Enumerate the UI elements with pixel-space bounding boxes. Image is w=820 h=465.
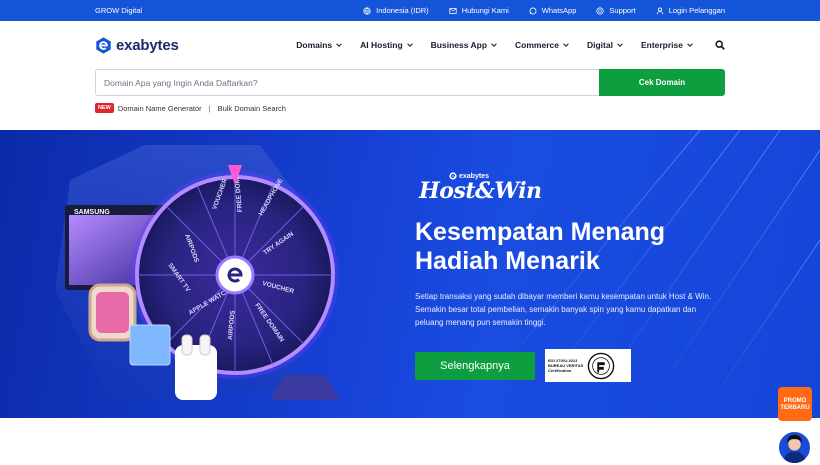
top-bar-links: Indonesia (IDR) Hubungi Kami WhatsApp Su… (363, 6, 725, 15)
chevron-down-icon (687, 43, 693, 47)
bureau-veritas-certificate: ISO 27001:2013 BUREAU VERITAS Certificat… (545, 349, 631, 382)
grow-digital-link[interactable]: GROW Digital (95, 6, 142, 15)
chevron-down-icon (563, 43, 569, 47)
globe-icon (363, 6, 371, 15)
top-bar: GROW Digital Indonesia (IDR) Hubungi Kam… (0, 0, 820, 21)
menu-ai-hosting[interactable]: AI Hosting (360, 40, 413, 50)
hero-actions: Selengkapnya ISO 27001:2013 BUREAU VERIT… (415, 349, 735, 382)
chevron-down-icon (617, 43, 623, 47)
host-and-win-logo: exabytes Host&Win (419, 172, 735, 204)
gift-box-icon (129, 324, 171, 366)
login-link[interactable]: Login Pelanggan (656, 6, 725, 15)
bulk-domain-search-link[interactable]: Bulk Domain Search (218, 104, 286, 113)
chevron-down-icon (491, 43, 497, 47)
hero-content: exabytes Host&Win Kesempatan Menang Hadi… (415, 172, 735, 382)
menu-commerce[interactable]: Commerce (515, 40, 569, 50)
whatsapp-link[interactable]: WhatsApp (529, 6, 576, 15)
user-icon (656, 7, 663, 14)
mail-icon (449, 7, 457, 14)
menu-digital[interactable]: Digital (587, 40, 623, 50)
divider: | (208, 103, 211, 113)
logo-text: exabytes (116, 36, 179, 54)
prize-wheel-illustration: SAMSUNG VOUCHER FREE DOMAIN HEADPHONE TR… (55, 145, 340, 400)
support-link[interactable]: Support (596, 6, 636, 15)
search-icon[interactable] (715, 40, 725, 50)
hero-banner: SAMSUNG VOUCHER FREE DOMAIN HEADPHONE TR… (0, 130, 820, 418)
airpods-icon (175, 345, 217, 400)
menu-domains[interactable]: Domains (296, 40, 342, 50)
learn-more-button[interactable]: Selengkapnya (415, 351, 535, 380)
exabytes-logo-icon (96, 36, 111, 54)
menu-business-app[interactable]: Business App (431, 40, 497, 50)
tv-brand: SAMSUNG (74, 209, 110, 216)
hero-description: Setiap transaksi yang sudah dibayar memb… (415, 292, 712, 327)
avatar (783, 434, 806, 463)
domain-search-input[interactable] (95, 69, 599, 96)
promo-terbaru-button[interactable]: PROMO TERBARU (778, 387, 812, 421)
hero-headline: Kesempatan Menang Hadiah Menarik (415, 218, 666, 275)
check-domain-button[interactable]: Cek Domain (599, 69, 725, 96)
main-nav: exabytes Domains AI Hosting Business App… (0, 21, 820, 69)
exabytes-logo[interactable]: exabytes (95, 37, 179, 54)
whatsapp-icon (529, 7, 537, 14)
nav-menu: Domains AI Hosting Business App Commerce… (296, 40, 725, 50)
help-icon (596, 6, 605, 15)
bureau-veritas-seal-icon (587, 352, 615, 379)
domain-sublinks: NEW Domain Name Generator | Bulk Domain … (0, 103, 820, 113)
chevron-down-icon (406, 43, 413, 47)
domain-search: Cek Domain (0, 69, 820, 96)
domain-name-generator-link[interactable]: Domain Name Generator (118, 104, 202, 113)
contact-link[interactable]: Hubungi Kami (449, 6, 509, 15)
language-selector[interactable]: Indonesia (IDR) (363, 6, 429, 15)
chevron-down-icon (336, 43, 342, 47)
chat-agent-avatar[interactable] (777, 430, 812, 465)
host-and-win-title: Host&Win (419, 178, 542, 204)
menu-enterprise[interactable]: Enterprise (641, 40, 693, 50)
new-badge: NEW (95, 103, 114, 113)
